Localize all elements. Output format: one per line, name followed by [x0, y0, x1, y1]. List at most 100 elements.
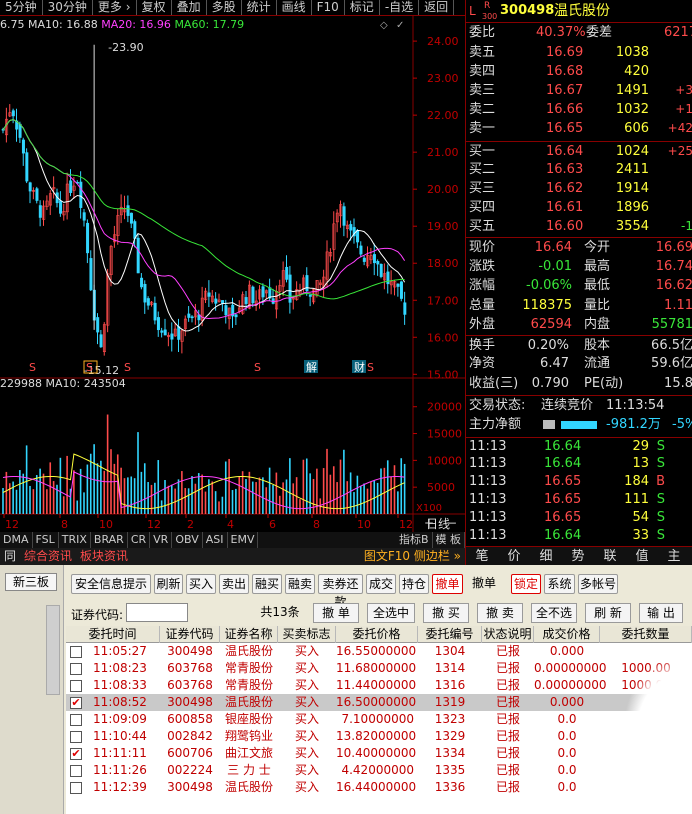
tab-same[interactable]: 同 — [0, 548, 20, 565]
ind-trix[interactable]: TRIX — [59, 532, 91, 548]
col-header[interactable]: 状态说明 — [482, 626, 534, 643]
cell-side: 买入 — [294, 678, 319, 692]
action-btn-3[interactable]: 撤 卖 — [477, 603, 523, 623]
code-input[interactable] — [126, 603, 188, 622]
tb-back[interactable]: 返回 — [419, 0, 455, 15]
table-header: 委托时间 证券代码 证券名称 买卖标志 委托价格 委托编号 状态说明 成交价格 委托数量 — [66, 626, 692, 643]
trade-btn-4[interactable]: 融买 — [252, 574, 282, 594]
trade-btn-10[interactable]: 撤单 — [466, 574, 502, 594]
trade-btn-12[interactable]: 系统 — [544, 574, 575, 594]
table-row[interactable]: 11:09:09 600858 银座股份 买入 7.10000000 1323 已报 0.0 — [66, 711, 692, 728]
action-btn-4[interactable]: 全不选 — [531, 603, 577, 623]
sidebar-scrollbar[interactable] — [46, 605, 60, 695]
table-row[interactable]: 11:08:23 603768 常青股份 买入 11.68000000 1314 已报 0.0… — [66, 660, 692, 677]
cell-name: 温氏股份 — [224, 695, 273, 709]
ind-emv[interactable]: EMV — [228, 532, 259, 548]
tb-30min[interactable]: 30分钟 — [43, 0, 93, 15]
col-header[interactable]: 委托编号 — [418, 626, 482, 643]
action-btn-6[interactable]: 输 出 — [639, 603, 683, 623]
vol-tick-label: 15000 — [427, 428, 462, 441]
action-btn-2[interactable]: 撤 买 — [423, 603, 469, 623]
trade-btn-0[interactable]: 安全信息提示 — [71, 574, 151, 594]
trade-btn-5[interactable]: 融卖 — [285, 574, 315, 594]
tb-overlay[interactable]: 叠加 — [172, 0, 207, 15]
side-tab-0[interactable]: 笔 — [466, 547, 498, 565]
tb-f10[interactable]: F10 — [312, 0, 345, 15]
x-tick-label: 2 — [187, 518, 194, 531]
bid-label: 买一 — [469, 144, 496, 159]
tab-sector-news[interactable]: 板块资讯 — [76, 548, 132, 565]
action-btn-0[interactable]: 撤 单 — [313, 603, 359, 623]
trade-btn-2[interactable]: 买入 — [186, 574, 216, 594]
tb-more[interactable]: 更多 › — [93, 0, 137, 15]
table-row[interactable]: 11:11:26 002224 三 力 士 买入 4.42000000 1335 已报 0.0 — [66, 762, 692, 779]
ind-brar[interactable]: BRAR — [91, 532, 128, 548]
cell-price: 10.40000000 — [336, 746, 417, 760]
price-tick-label: 21.00 — [427, 146, 459, 159]
diamond-icon: ◇ — [380, 20, 388, 31]
col-header[interactable]: 证券名称 — [220, 626, 278, 643]
vol-ma10: MA10: 243504 — [45, 377, 126, 390]
action-btn-5[interactable]: 刷 新 — [585, 603, 631, 623]
action-btn-1[interactable]: 全选中 — [367, 603, 415, 623]
trade-btn-8[interactable]: 持仓 — [399, 574, 429, 594]
tab-news[interactable]: 综合资讯 — [20, 548, 76, 565]
ind-asi[interactable]: ASI — [203, 532, 228, 548]
tb-draw[interactable]: 画线 — [277, 0, 312, 15]
bid-label: 买五 — [469, 219, 496, 234]
ind-b[interactable]: 指标B — [396, 532, 433, 548]
tb-fuquan[interactable]: 复权 — [137, 0, 172, 15]
table-row[interactable]: 11:08:33 603768 常青股份 买入 11.44000000 1316 已报 0.0… — [66, 677, 692, 694]
tb-multi[interactable]: 多股 — [207, 0, 242, 15]
side-tab-6[interactable]: 主 — [658, 547, 690, 565]
table-row[interactable]: 11:10:44 002842 翔鹭钨业 买入 13.82000000 1329 已报 0.0 — [66, 728, 692, 745]
candle-body — [308, 294, 312, 297]
ind-vr[interactable]: VR — [150, 532, 173, 548]
ind-fsl[interactable]: FSL — [33, 532, 59, 548]
side-tab-1[interactable]: 价 — [498, 547, 530, 565]
ind-template[interactable]: 模 板 — [433, 532, 465, 548]
col-header[interactable]: 委托时间 — [66, 626, 160, 643]
tb-watchlist[interactable]: -自选 — [380, 0, 420, 15]
side-tab-3[interactable]: 势 — [562, 547, 594, 565]
candle-body — [187, 313, 191, 318]
period-label[interactable]: 日线 — [426, 515, 450, 532]
col-header[interactable]: 委托价格 — [336, 626, 418, 643]
tick-dir: S — [656, 528, 665, 543]
ask-label: 卖五 — [469, 45, 496, 60]
table-row[interactable]: 11:12:39 300498 温氏股份 买入 16.44000000 1336 已报 0.0 — [66, 779, 692, 796]
trade-btn-9[interactable]: 撤单 — [432, 574, 463, 594]
table-row[interactable]: ✔ 11:11:11 600706 曲江文旅 买入 10.40000000 1334 已报 0.… — [66, 745, 692, 762]
stat-label: 换手 — [469, 337, 496, 353]
cell-side: 买入 — [294, 729, 319, 743]
kline-chart[interactable]: 24.00 23.00 22.00 21.00 20.00 19.00 18.00 17.00… — [0, 16, 465, 548]
tb-mark[interactable]: 标记 — [345, 0, 380, 15]
tb-stats[interactable]: 统计 — [242, 0, 277, 15]
tab-f10-sidebar[interactable]: 图文F10 侧边栏 » — [360, 548, 465, 565]
side-tab-4[interactable]: 联 — [594, 547, 626, 565]
col-header[interactable]: 成交价格 — [534, 626, 600, 643]
tick-price: 16.64 — [544, 439, 582, 454]
side-tab-2[interactable]: 细 — [530, 547, 562, 565]
stat-label: 涨跌 — [469, 258, 496, 274]
trade-btn-11[interactable]: 锁定 — [511, 574, 541, 594]
col-header[interactable]: 证券代码 — [160, 626, 220, 643]
ind-dma[interactable]: DMA — [0, 532, 33, 548]
ask-label: 卖一 — [469, 121, 496, 136]
ind-obv[interactable]: OBV — [172, 532, 203, 548]
new-board-button[interactable]: 新三板 — [5, 573, 57, 591]
trade-btn-13[interactable]: 多帐号 — [578, 574, 618, 594]
trade-btn-6[interactable]: 卖券还款 — [318, 574, 363, 609]
cell-side: 买入 — [294, 712, 319, 726]
col-header[interactable]: 买卖标志 — [278, 626, 336, 643]
col-header[interactable]: 委托数量 — [600, 626, 692, 643]
table-row[interactable]: 11:05:27 300498 温氏股份 买入 16.55000000 1304 已报 0.0… — [66, 643, 692, 660]
ask-volume: 1038 — [615, 45, 649, 60]
trade-btn-1[interactable]: 刷新 — [154, 574, 183, 594]
tb-5min[interactable]: 5分钟 — [0, 0, 43, 15]
ind-cr[interactable]: CR — [128, 532, 151, 548]
trade-btn-3[interactable]: 卖出 — [219, 574, 249, 594]
table-row[interactable]: ✔ 11:08:52 300498 温氏股份 买入 16.50000000 1319 已报 0.… — [66, 694, 692, 711]
side-tab-5[interactable]: 值 — [626, 547, 658, 565]
trade-btn-7[interactable]: 成交 — [366, 574, 396, 594]
